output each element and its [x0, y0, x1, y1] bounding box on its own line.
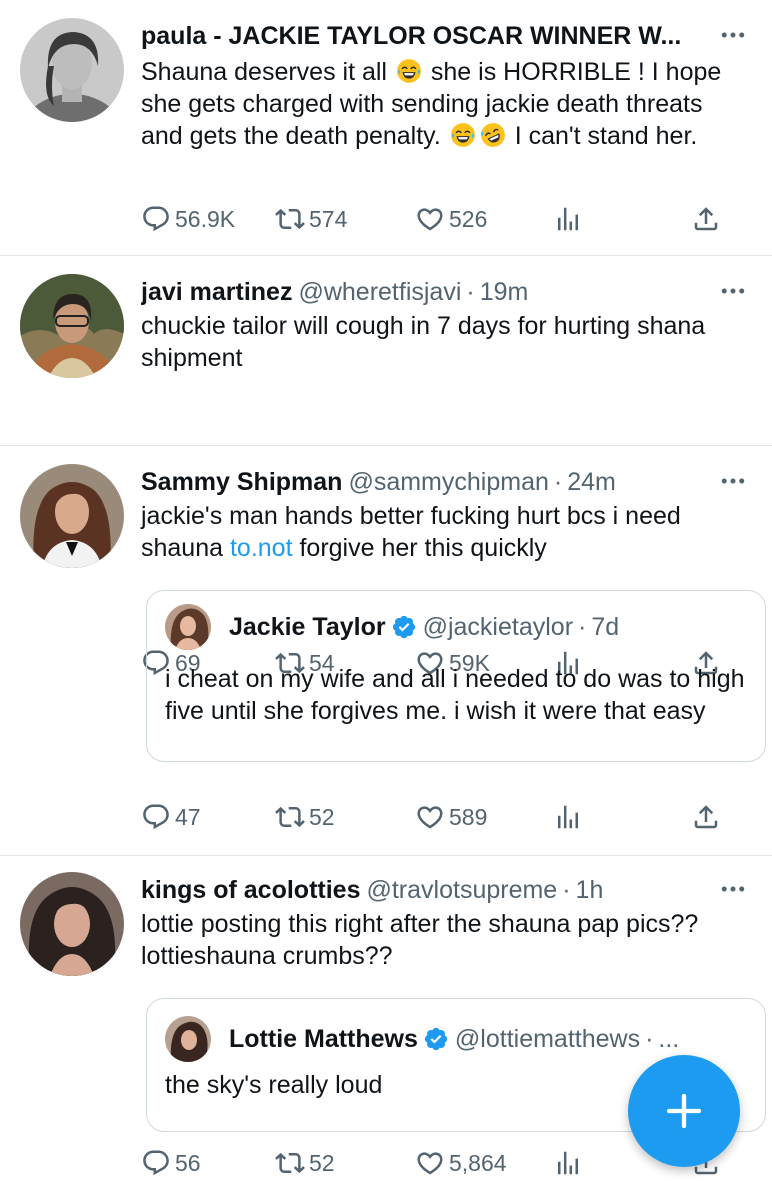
more-dots-icon[interactable]: [718, 20, 748, 50]
retweet-button[interactable]: 52: [275, 802, 335, 832]
reply-button[interactable]: 56: [141, 1148, 201, 1178]
retweet-icon: [275, 204, 305, 234]
rolling-on-floor-laughing-icon: [480, 122, 506, 148]
heart-icon: [415, 802, 445, 832]
reply-count: 56.9K: [175, 205, 236, 232]
analytics-button[interactable]: [553, 1148, 587, 1178]
quoted-tweet-text: i cheat on my wife and all i needed to d…: [165, 665, 745, 725]
tweet[interactable]: javi martinez @wheretfisjavi · 19m chuck…: [0, 256, 772, 676]
compose-tweet-button[interactable]: [628, 1055, 740, 1167]
separator-dot: ·: [645, 1024, 654, 1053]
avatar[interactable]: [20, 872, 124, 976]
display-name[interactable]: javi martinez: [141, 276, 292, 308]
analytics-button[interactable]: [553, 204, 587, 234]
reply-button[interactable]: 56.9K: [141, 204, 235, 234]
analytics-button[interactable]: [553, 802, 587, 832]
like-button[interactable]: 5,864: [415, 1148, 507, 1178]
verified-badge-icon: [391, 614, 417, 640]
display-name[interactable]: Sammy Shipman: [141, 466, 342, 498]
avatar[interactable]: [20, 464, 124, 568]
user-handle[interactable]: @wheretfisjavi: [298, 276, 461, 308]
avatar: [165, 1016, 211, 1062]
quoted-user-handle: @lottiematthews: [454, 1024, 641, 1053]
avatar[interactable]: [20, 18, 124, 122]
reply-count: 56: [175, 1149, 201, 1176]
timestamp[interactable]: 1h: [576, 874, 604, 906]
retweet-count: 574: [309, 205, 348, 232]
retweet-button[interactable]: 574: [275, 204, 347, 234]
tweet-text-part: I can't stand her.: [514, 122, 698, 150]
tweet-text-part: Shauna deserves it all: [141, 58, 387, 86]
separator-dot: ·: [578, 612, 587, 641]
tweet[interactable]: paula - JACKIE TAYLOR OSCAR WINNER W... …: [0, 0, 772, 256]
quoted-timestamp: 7d: [591, 612, 620, 641]
tweet-text: jackie's man hands better fucking hurt b…: [141, 500, 748, 564]
reply-icon: [141, 204, 171, 234]
verified-badge-icon: [423, 1026, 449, 1052]
retweet-count: 52: [309, 1149, 335, 1176]
like-count: 589: [449, 803, 488, 830]
timestamp[interactable]: 19m: [480, 276, 529, 308]
heart-icon: [415, 204, 445, 234]
tweet-link[interactable]: to.not: [230, 534, 293, 562]
face-with-tears-of-joy-icon: [450, 122, 476, 148]
heart-icon: [415, 1148, 445, 1178]
plus-icon: [666, 1093, 702, 1129]
quoted-user-handle: @jackietaylor: [422, 612, 574, 641]
tweet-text: chuckie tailor will cough in 7 days for …: [141, 312, 706, 372]
tweet-text: lottie posting this right after the shau…: [141, 910, 699, 970]
avatar[interactable]: [20, 274, 124, 378]
reply-count: 47: [175, 803, 201, 830]
like-count: 526: [449, 205, 488, 232]
tweet[interactable]: Sammy Shipman @sammychipman · 24m jackie…: [0, 446, 772, 856]
face-with-tears-of-joy-icon: [396, 58, 422, 84]
more-dots-icon[interactable]: [718, 874, 748, 904]
avatar: [165, 604, 211, 650]
user-handle[interactable]: @travlotsupreme: [366, 874, 557, 906]
analytics-icon: [553, 802, 583, 832]
quoted-timestamp: ...: [658, 1024, 680, 1053]
display-name[interactable]: kings of acolotties: [141, 874, 360, 906]
share-button[interactable]: [691, 204, 725, 234]
quoted-display-name: Jackie Taylor: [229, 612, 386, 641]
tweet-text-part: forgive her this quickly: [292, 534, 547, 562]
analytics-icon: [553, 204, 583, 234]
like-button[interactable]: 526: [415, 204, 487, 234]
user-handle[interactable]: @sammychipman: [348, 466, 548, 498]
display-name[interactable]: paula - JACKIE TAYLOR OSCAR WINNER W...: [141, 20, 681, 52]
retweet-icon: [275, 802, 305, 832]
quoted-tweet[interactable]: Jackie Taylor @jackietaylor · 7d i cheat…: [146, 590, 766, 762]
like-count: 5,864: [449, 1149, 507, 1176]
tweet-text: Shauna deserves it all she is HORRIBLE !…: [141, 56, 748, 152]
like-button[interactable]: 589: [415, 802, 487, 832]
reply-icon: [141, 802, 171, 832]
share-button[interactable]: [691, 802, 725, 832]
share-icon: [691, 802, 721, 832]
reply-icon: [141, 1148, 171, 1178]
analytics-icon: [553, 1148, 583, 1178]
separator-dot: ·: [553, 468, 563, 496]
more-dots-icon[interactable]: [718, 276, 748, 306]
separator-dot: ·: [562, 876, 571, 904]
quoted-display-name: Lottie Matthews: [229, 1024, 418, 1053]
retweet-button[interactable]: 52: [275, 1148, 335, 1178]
retweet-count: 52: [309, 803, 335, 830]
share-icon: [691, 204, 721, 234]
separator-dot: ·: [466, 278, 475, 306]
more-dots-icon[interactable]: [718, 466, 748, 496]
timestamp[interactable]: 24m: [567, 466, 616, 498]
retweet-icon: [275, 1148, 305, 1178]
reply-button[interactable]: 47: [141, 802, 201, 832]
